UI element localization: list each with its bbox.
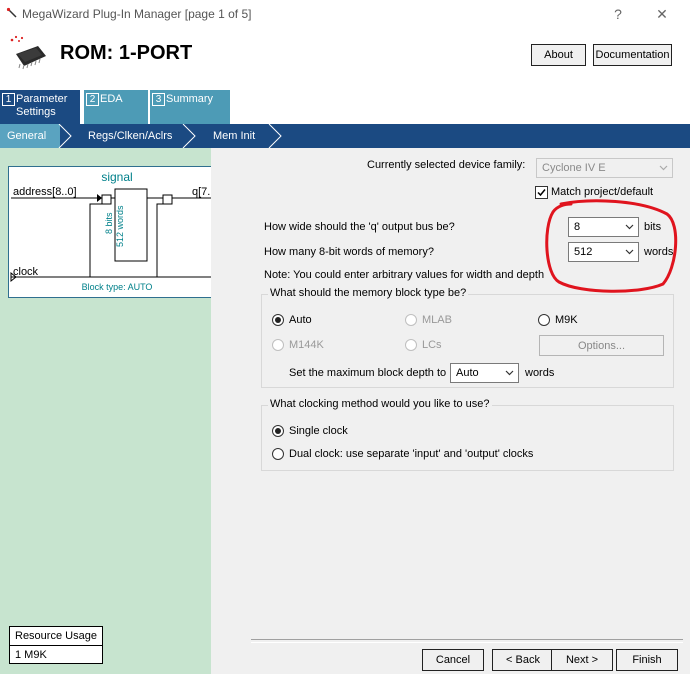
clocking-group: What clocking method would you like to u…	[261, 398, 674, 471]
chevron-right-icon	[268, 124, 282, 148]
help-button[interactable]: ?	[606, 4, 630, 24]
cancel-button[interactable]: Cancel	[422, 649, 484, 671]
tab-number: 3	[152, 93, 165, 106]
about-button[interactable]: About	[531, 44, 586, 66]
symbol-diagram: signal address[8..0] q[7..0] clock 8 bit…	[8, 166, 226, 298]
radio-lcs	[405, 339, 417, 351]
red-annotation-circle	[545, 199, 678, 293]
tab-number: 1	[2, 93, 15, 106]
port-clock: clock	[13, 266, 39, 278]
memory-block-group: What should the memory block type be? Au…	[261, 287, 674, 388]
wizard-wand-icon	[6, 7, 17, 18]
tab-number: 2	[86, 93, 99, 106]
chevron-right-icon	[182, 124, 196, 148]
clocking-title: What clocking method would you like to u…	[268, 398, 492, 410]
radio-dual-clock[interactable]	[272, 448, 284, 460]
chevron-down-icon	[505, 370, 514, 376]
option-auto-label: Auto	[289, 314, 312, 326]
match-project-label: Match project/default	[551, 186, 654, 198]
dual-clock-label: Dual clock: use separate 'input' and 'ou…	[289, 448, 534, 460]
words-label: How many 8-bit words of memory?	[264, 246, 434, 258]
tab-summary[interactable]: 3 Summary	[150, 90, 230, 124]
note-text: Note: You could enter arbitrary values f…	[264, 269, 545, 281]
wizard-tabs: 1 Parameter Settings 2 EDA 3 Summary	[0, 90, 690, 124]
tab-label: EDA	[100, 93, 123, 105]
finish-button[interactable]: Finish	[616, 649, 678, 671]
option-m144k-label: M144K	[289, 339, 324, 351]
chevron-right-icon	[58, 124, 72, 148]
checkmark-icon	[537, 189, 546, 197]
port-address: address[8..0]	[13, 186, 77, 198]
radio-mlab	[405, 314, 417, 326]
megafunction-logo-icon	[10, 35, 46, 70]
window-title: MegaWizard Plug-In Manager [page 1 of 5]	[22, 7, 252, 21]
option-m9k-label: M9K	[555, 314, 578, 326]
device-family-label: Currently selected device family:	[367, 159, 526, 171]
step-regs-clken-aclrs[interactable]: Regs/Clken/Aclrs	[88, 124, 172, 148]
width-label: How wide should the 'q' output bus be?	[264, 221, 455, 233]
right-panel: Currently selected device family: Cyclon…	[211, 148, 690, 674]
left-panel: signal address[8..0] q[7..0] clock 8 bit…	[0, 148, 226, 674]
step-bar: General Regs/Clken/Aclrs Mem Init	[0, 124, 690, 148]
tab-eda[interactable]: 2 EDA	[84, 90, 148, 124]
radio-auto[interactable]	[272, 314, 284, 326]
resource-usage: Resource Usage 1 M9K	[9, 626, 103, 664]
device-family-select: Cyclone IV E	[536, 158, 673, 178]
documentation-button[interactable]: Documentation	[593, 44, 672, 66]
page-title: ROM: 1-PORT	[60, 42, 193, 64]
max-depth-label: Set the maximum block depth to	[289, 367, 447, 379]
radio-m9k[interactable]	[538, 314, 550, 326]
tab-label: Summary	[166, 93, 214, 105]
mem-words: 512 words	[115, 205, 125, 247]
header: ROM: 1-PORT About Documentation	[0, 28, 690, 90]
close-button[interactable]: ✕	[650, 4, 674, 24]
back-button[interactable]: < Back	[492, 649, 554, 671]
tab-parameter-settings[interactable]: 1 Parameter Settings	[0, 90, 80, 124]
block-type-label: Block type: AUTO	[81, 282, 153, 292]
max-depth-value: Auto	[456, 367, 479, 379]
mem-bits: 8 bits	[104, 212, 114, 234]
resource-usage-title: Resource Usage	[10, 627, 102, 646]
max-depth-unit: words	[525, 367, 555, 379]
title-bar: MegaWizard Plug-In Manager [page 1 of 5]…	[0, 0, 690, 28]
step-general[interactable]: General	[7, 124, 46, 148]
max-depth-select[interactable]: Auto	[450, 363, 519, 383]
device-family-value: Cyclone IV E	[542, 162, 606, 174]
radio-m144k	[272, 339, 284, 351]
next-button[interactable]: Next >	[551, 649, 613, 671]
single-clock-label: Single clock	[289, 425, 348, 437]
option-lcs-label: LCs	[422, 339, 442, 351]
footer-divider	[251, 639, 683, 643]
tab-label: Parameter Settings	[16, 93, 68, 118]
radio-single-clock[interactable]	[272, 425, 284, 437]
chevron-down-icon	[659, 165, 668, 171]
option-mlab-label: MLAB	[422, 314, 452, 326]
options-button: Options...	[539, 335, 664, 356]
step-mem-init[interactable]: Mem Init	[213, 124, 255, 148]
resource-usage-value: 1 M9K	[15, 649, 47, 661]
memory-block-title: What should the memory block type be?	[268, 287, 469, 299]
diagram-title: signal	[101, 170, 133, 184]
